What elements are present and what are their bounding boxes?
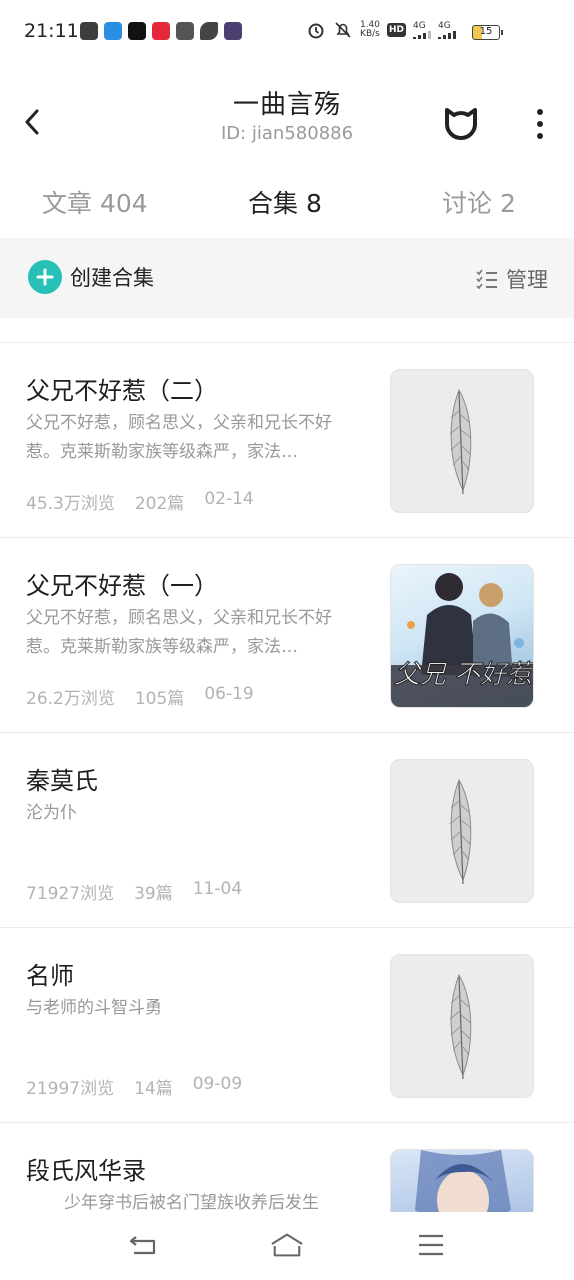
more-dot-icon	[537, 109, 543, 115]
signal-icon: 4G	[413, 20, 431, 39]
view-count: 45.3万浏览	[26, 494, 115, 514]
title-block: 一曲言殇 ID: jian580886	[0, 84, 574, 144]
collection-title: 段氏风华录	[26, 1157, 146, 1185]
collection-cover	[390, 1149, 534, 1213]
page-title: 一曲言殇	[232, 90, 341, 120]
battery-icon: 15	[472, 25, 503, 40]
updated-date: 09-09	[192, 1074, 243, 1094]
view-count: 26.2万浏览	[26, 689, 115, 709]
collection-action-bar: 创建合集 管理	[0, 238, 574, 318]
nav-home-button[interactable]	[270, 1230, 304, 1260]
collection-description: 与老师的斗智斗勇	[26, 998, 162, 1018]
app-notification-icon	[152, 22, 170, 40]
nav-menu-button[interactable]	[414, 1230, 448, 1260]
collection-item[interactable]: 名师 与老师的斗智斗勇 21997浏览 14篇 09-09	[0, 928, 574, 1123]
chevron-left-icon	[25, 109, 39, 135]
collection-title: 秦莫氏	[26, 767, 98, 795]
plus-icon	[28, 260, 62, 294]
view-count: 21997浏览	[26, 1079, 115, 1099]
article-count: 39篇	[134, 884, 173, 904]
status-indicators: 1.40 KB/s HD 4G 4G	[306, 20, 456, 40]
user-id: ID: jian580886	[220, 123, 354, 144]
article-count: 105篇	[134, 689, 185, 709]
collection-meta: 71927浏览 39篇 11-04	[26, 879, 242, 904]
status-app-icons	[80, 22, 242, 40]
article-count: 202篇	[134, 494, 185, 514]
nav-back-button[interactable]	[126, 1230, 160, 1260]
leaf-icon	[449, 778, 472, 885]
collection-cover: 父兄 不好惹	[390, 564, 534, 708]
collection-meta: 26.2万浏览 105篇 06-19	[26, 684, 254, 709]
collection-item[interactable]: 父兄不好惹（一） 父兄不好惹，顾名思义，父亲和兄长不好惹。克莱斯勒家族等级森严，…	[0, 538, 574, 733]
tab-discussions[interactable]: 讨论 2	[442, 184, 516, 220]
article-count: 14篇	[134, 1079, 173, 1099]
checklist-icon	[476, 269, 497, 290]
profile-header: 一曲言殇 ID: jian580886	[0, 70, 574, 180]
profile-tabs: 文章 404 合集 8 讨论 2	[0, 180, 574, 238]
cover-title-text: 父兄 不好惹	[394, 660, 534, 690]
cat-face-icon	[445, 108, 477, 140]
system-nav-bar	[0, 1212, 574, 1280]
updated-date: 02-14	[204, 489, 254, 509]
create-collection-label: 创建合集	[70, 266, 154, 290]
view-count: 71927浏览	[26, 884, 115, 904]
manage-label: 管理	[506, 268, 548, 292]
collection-description: 父兄不好惹，顾名思义，父亲和兄长不好惹。克莱斯勒家族等级森严，家法…	[26, 608, 332, 657]
more-menu-button[interactable]	[528, 106, 552, 142]
cat-face-button[interactable]	[441, 106, 481, 142]
mute-bell-icon	[333, 20, 353, 40]
app-notification-icon	[176, 22, 194, 40]
signal-label: 4G	[413, 20, 426, 31]
collection-cover	[390, 369, 534, 513]
collection-item[interactable]: 段氏风华录 少年穿书后被名门望族收养后发生	[0, 1123, 574, 1213]
illustration-image: 父兄 不好惹	[391, 573, 534, 707]
leaf-icon	[449, 388, 472, 495]
signal-icon: 4G	[438, 20, 456, 39]
tiktok-icon	[128, 22, 146, 40]
updated-date: 11-04	[192, 879, 243, 899]
home-icon	[271, 1233, 303, 1257]
back-arrow-icon	[129, 1236, 156, 1255]
collection-title: 父兄不好惹（二）	[26, 377, 218, 405]
collection-item[interactable]: 秦莫氏 沦为仆 71927浏览 39篇 11-04	[0, 733, 574, 928]
collection-cover	[390, 759, 534, 903]
collection-description: 父兄不好惹，顾名思义，父亲和兄长不好惹。克莱斯勒家族等级森严，家法…	[26, 413, 332, 462]
app-notification-icon	[80, 22, 98, 40]
updated-date: 06-19	[204, 684, 254, 704]
collection-title: 名师	[26, 962, 74, 990]
collection-item[interactable]: 父兄不好惹（二） 父兄不好惹，顾名思义，父亲和兄长不好惹。克莱斯勒家族等级森严，…	[0, 343, 574, 538]
collection-meta: 45.3万浏览 202篇 02-14	[26, 489, 254, 514]
collection-description: 少年穿书后被名门望族收养后发生	[64, 1193, 319, 1213]
status-bar: 21:11 1.40 KB/s HD 4G 4G 15	[0, 0, 574, 64]
illustration-image	[415, 1150, 511, 1213]
collection-description: 沦为仆	[26, 803, 77, 823]
menu-icon	[419, 1234, 443, 1256]
signal-label: 4G	[438, 20, 451, 31]
collection-list: 父兄不好惹（二） 父兄不好惹，顾名思义，父亲和兄长不好惹。克莱斯勒家族等级森严，…	[0, 343, 574, 1213]
back-button[interactable]	[18, 108, 46, 136]
app-notification-icon	[104, 22, 122, 40]
tab-collections[interactable]: 合集 8	[248, 184, 322, 220]
create-collection-button[interactable]: 创建合集	[28, 260, 154, 294]
app-notification-icon	[224, 22, 242, 40]
net-speed: 1.40 KB/s	[359, 20, 380, 39]
alarm-icon	[306, 20, 326, 40]
more-dot-icon	[537, 133, 543, 139]
bird-icon	[200, 22, 218, 40]
battery-level: 15	[479, 26, 493, 37]
more-dot-icon	[537, 121, 543, 127]
leaf-icon	[449, 973, 472, 1080]
collection-meta: 21997浏览 14篇 09-09	[26, 1074, 242, 1099]
tab-articles[interactable]: 文章 404	[42, 184, 148, 220]
hd-icon: HD	[386, 23, 406, 37]
status-time: 21:11	[24, 20, 79, 42]
collection-title: 父兄不好惹（一）	[26, 572, 218, 600]
collection-cover	[390, 954, 534, 1098]
manage-button[interactable]: 管理	[476, 264, 548, 294]
